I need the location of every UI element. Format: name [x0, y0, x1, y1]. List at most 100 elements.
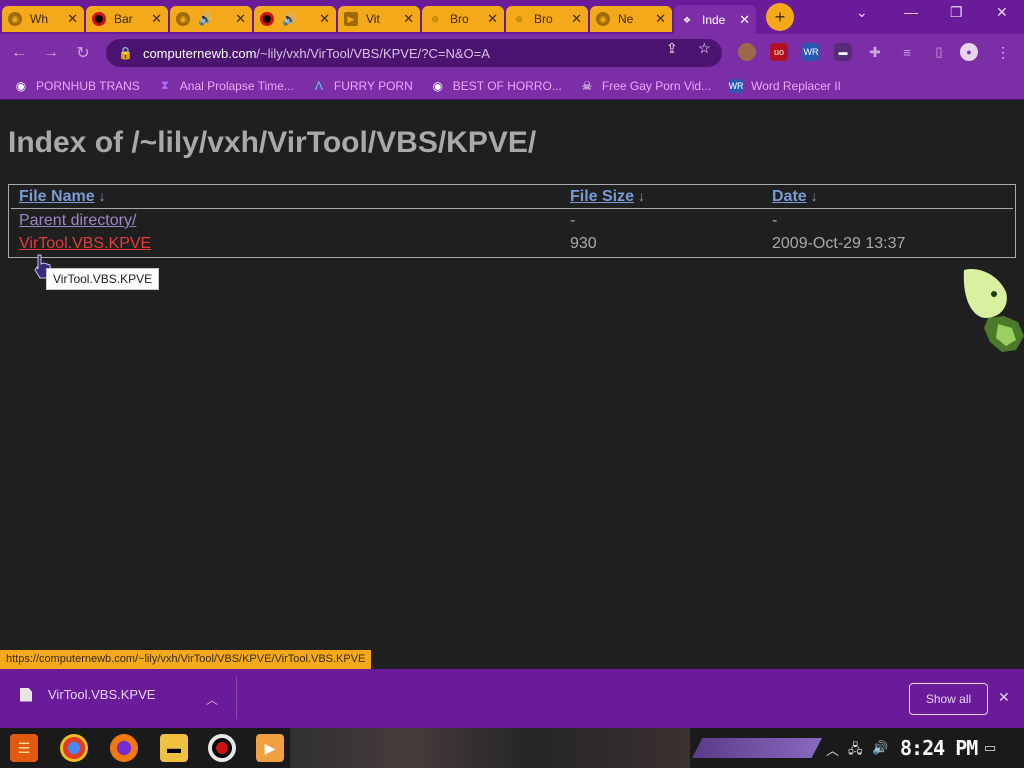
minimize-icon[interactable]: — — [904, 4, 918, 20]
notifications-icon[interactable]: ▭ — [984, 740, 996, 756]
tab-title: Vit — [366, 12, 380, 26]
bookmark-label: FURRY PORN — [333, 78, 413, 93]
close-icon[interactable]: ✕ — [235, 11, 246, 27]
record-icon — [260, 12, 274, 26]
close-icon[interactable]: ✕ — [151, 11, 162, 27]
download-item[interactable]: VirTool.VBS.KPVE — [20, 687, 155, 702]
bookmark-label: BEST OF HORRO... — [452, 78, 562, 93]
volume-icon[interactable]: 🔊 — [872, 740, 888, 756]
tab-7[interactable]: ⊛ Bro ✕ — [506, 6, 588, 32]
tab-4[interactable]: 🔊 ✕ — [254, 6, 336, 32]
parent-directory-link[interactable]: Parent directory/ — [19, 212, 136, 230]
chrome-icon[interactable] — [60, 734, 88, 762]
divider — [236, 677, 237, 719]
lock-icon: 🔒 — [118, 46, 133, 60]
globe-icon: ◉ — [15, 78, 27, 93]
video-icon: ▶ — [344, 12, 358, 26]
column-header-date[interactable]: Date ↓ — [772, 188, 818, 206]
start-button-icon[interactable]: ☰ — [10, 734, 38, 762]
download-shelf: VirTool.VBS.KPVE ︿ Show all ✕ — [0, 669, 1024, 728]
address-bar[interactable]: 🔒 computernewb.com /~lily/vxh/VirTool/VB… — [106, 39, 722, 67]
media-control-icon[interactable]: ≡ — [898, 43, 916, 61]
tab-active[interactable]: ❖ Inde ✕ — [674, 5, 756, 35]
media-player-icon[interactable]: ▶ — [256, 734, 284, 762]
show-all-button[interactable]: Show all — [909, 683, 988, 715]
mascot-character-image — [963, 268, 1024, 352]
firefox-icon[interactable] — [110, 734, 138, 762]
extension-avatar-icon[interactable] — [738, 43, 756, 61]
column-header-file-size[interactable]: File Size ↓ — [570, 188, 645, 206]
tab-8[interactable]: ◉ Ne ✕ — [590, 6, 672, 32]
puzzle-icon[interactable]: ✚ — [866, 43, 884, 61]
close-icon[interactable]: ✕ — [403, 11, 414, 27]
close-icon[interactable]: ✕ — [998, 689, 1010, 706]
window-close-icon[interactable]: ✕ — [996, 4, 1008, 21]
close-icon[interactable]: ✕ — [487, 11, 498, 27]
taskbar: ☰ ▬ ▶ ︿ 🖧 🔊 8:24 PM ▭ — [0, 728, 1024, 768]
restore-icon[interactable]: ❐ — [950, 4, 963, 21]
bookmark-item[interactable]: ⧗ Anal Prolapse Time... — [158, 78, 294, 93]
profile-icon[interactable]: ● — [960, 43, 978, 61]
column-header-label: File Name — [19, 188, 95, 205]
tray-chevron-up-icon[interactable]: ︿ — [826, 740, 839, 759]
ublock-icon[interactable]: uo — [770, 43, 788, 61]
close-icon[interactable]: ✕ — [739, 12, 750, 28]
chevron-up-icon[interactable]: ︿ — [206, 691, 218, 708]
taskbar-clock[interactable]: 8:24 PM — [900, 736, 978, 760]
bookmark-item[interactable]: ◉ PORNHUB TRANS — [14, 79, 140, 93]
header-divider — [11, 208, 1013, 209]
tab-5[interactable]: ▶ Vit ✕ — [338, 6, 420, 32]
download-filename: VirTool.VBS.KPVE — [48, 687, 156, 702]
close-icon[interactable]: ✕ — [319, 11, 330, 27]
bookmark-item[interactable]: WR Word Replacer II — [728, 78, 841, 93]
reload-icon[interactable]: ↻ — [70, 40, 96, 66]
browser-toolbar: ← → ↻ 🔒 computernewb.com /~lily/vxh/VirT… — [0, 34, 1024, 72]
file-size-cell: 930 — [570, 235, 597, 252]
close-icon[interactable]: ✕ — [571, 11, 582, 27]
file-explorer-icon[interactable]: ▬ — [160, 734, 188, 762]
lambda-icon: Λ — [314, 78, 323, 93]
file-link[interactable]: VirTool.VBS.KPVE — [19, 235, 151, 253]
page-title: Index of /~lily/vxh/VirTool/VBS/KPVE/ — [8, 126, 537, 159]
file-icon — [20, 687, 32, 702]
close-icon[interactable]: ✕ — [67, 11, 78, 27]
status-url-bubble: https://computernewb.com/~lily/vxh/VirTo… — [0, 650, 372, 669]
chrome-globe-icon: ◉ — [176, 12, 190, 26]
sort-arrow-icon: ↓ — [638, 188, 646, 204]
tab-3[interactable]: ◉ 🔊 ✕ — [170, 6, 252, 32]
extension-icon[interactable]: ▬ — [834, 43, 852, 61]
tab-2[interactable]: Bar ✕ — [86, 6, 168, 32]
ufo-icon: ⊛ — [515, 13, 523, 24]
address-path: /~lily/vxh/VirTool/VBS/KPVE/?C=N&O=A — [256, 45, 490, 61]
page-icon: ❖ — [682, 14, 692, 25]
tab-title: Ne — [618, 12, 634, 26]
bookmark-label: PORNHUB TRANS — [36, 78, 140, 93]
chrome-globe-icon: ◉ — [8, 12, 22, 26]
new-tab-button[interactable]: + — [766, 3, 794, 31]
back-arrow-icon[interactable]: ← — [6, 40, 32, 66]
file-size-cell: - — [570, 212, 576, 229]
tab-search-chevron-icon[interactable]: ⌄ — [856, 4, 868, 21]
tab-title: Bar — [114, 12, 133, 26]
bookmark-item[interactable]: Λ FURRY PORN — [312, 79, 413, 93]
tab-6[interactable]: ⊛ Bro ✕ — [422, 6, 504, 32]
column-header-file-name[interactable]: File Name ↓ — [19, 188, 106, 206]
side-panel-icon[interactable]: ▯ — [930, 43, 948, 61]
network-icon[interactable]: 🖧 — [848, 740, 863, 762]
sort-arrow-icon: ↓ — [98, 188, 106, 204]
bookmark-item[interactable]: ◉ BEST OF HORRO... — [431, 79, 562, 93]
link-tooltip: VirTool.VBS.KPVE — [46, 268, 160, 290]
word-replacer-icon[interactable]: WR — [802, 43, 820, 61]
date-cell: - — [772, 212, 778, 229]
ufo-icon: ⊛ — [431, 13, 439, 24]
share-icon[interactable]: ⇪ — [666, 40, 678, 57]
menu-kebab-icon[interactable]: ⋮ — [994, 43, 1012, 61]
wr-icon: WR — [728, 78, 744, 93]
record-app-icon[interactable] — [208, 734, 236, 762]
tab-1[interactable]: ◉ Wh ✕ — [2, 6, 84, 32]
close-icon[interactable]: ✕ — [655, 11, 666, 27]
bookmark-label: Anal Prolapse Time... — [179, 78, 294, 93]
forward-arrow-icon[interactable]: → — [38, 40, 64, 66]
bookmark-star-icon[interactable]: ☆ — [698, 40, 711, 57]
bookmark-item[interactable]: ☠ Free Gay Porn Vid... — [580, 79, 712, 93]
